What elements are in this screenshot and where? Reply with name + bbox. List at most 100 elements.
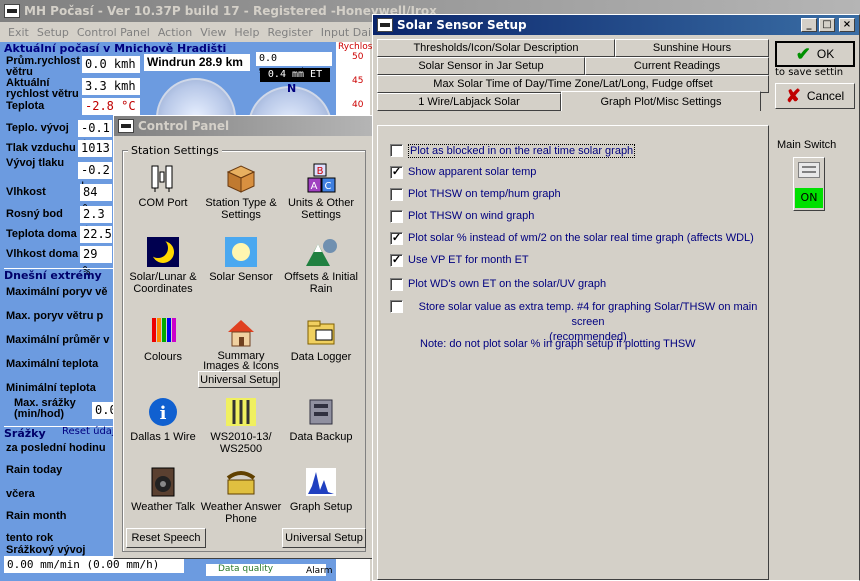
cp-colours[interactable]: Colours [122, 316, 204, 363]
rain-today: Rain today [6, 464, 63, 476]
rain-yesterday: včera [6, 488, 35, 500]
universal-setup-button-1[interactable]: Universal Setup [198, 371, 280, 388]
option-store-extra-temp-checkbox[interactable] [390, 300, 403, 313]
tab-thresholds[interactable]: Thresholds/Icon/Solar Description [377, 39, 615, 57]
cp-answer-phone[interactable]: Weather Answer Phone [200, 466, 282, 525]
option-store-extra-temp-label: Store solar value as extra temp. #4 for … [418, 301, 758, 328]
extreme-max-temp: Maximální teplota [6, 358, 99, 370]
option-apparent-solar-temp-checkbox[interactable]: ✓ [390, 166, 403, 179]
ok-button[interactable]: ✔ OK [775, 41, 855, 67]
cp-solar-sensor[interactable]: Solar Sensor [200, 236, 282, 283]
thsw-note: Note: do not plot solar % in graph setup… [420, 338, 696, 350]
pressure-trend-label: Vývoj tlaku [6, 157, 65, 169]
et-value: 0.4 mm ET [260, 68, 330, 82]
cp-station-type-label: Station Type & Settings [205, 197, 277, 221]
tools-icon [226, 398, 256, 426]
menu-action[interactable]: Action [154, 26, 196, 39]
menu-setup[interactable]: Setup [33, 26, 73, 39]
phone-icon [226, 471, 256, 495]
option-vp-et[interactable]: ✓ Use VP ET for month ET [390, 254, 529, 267]
pressure-value: 1013 [78, 140, 112, 157]
menu-exit[interactable]: Exit [4, 26, 33, 39]
cp-answer-phone-label: Weather Answer Phone [200, 501, 282, 525]
info-icon: i [149, 398, 177, 426]
option-vp-et-checkbox[interactable]: ✓ [390, 254, 403, 267]
option-solar-percent-checkbox[interactable]: ✓ [390, 232, 403, 245]
temp-label: Teplota [6, 100, 45, 112]
cp-solar-sensor-label: Solar Sensor [209, 271, 273, 283]
cp-weather-talk[interactable]: Weather Talk [122, 466, 204, 513]
alarm-label: Alarm [306, 566, 333, 576]
universal-setup-button-2[interactable]: Universal Setup [282, 528, 366, 548]
cp-com-port[interactable]: COM Port [122, 162, 204, 209]
close-button[interactable]: × [839, 18, 855, 32]
option-wd-et[interactable]: Plot WD's own ET on the solar/UV graph [390, 278, 606, 291]
tab-solar-jar[interactable]: Solar Sensor in Jar Setup [377, 57, 585, 75]
tab-1wire-labjack[interactable]: 1 Wire/Labjack Solar [377, 93, 561, 111]
cp-dallas[interactable]: i Dallas 1 Wire [122, 396, 204, 443]
option-plot-blocked-checkbox[interactable] [390, 144, 403, 157]
checkmark-icon: ✔ [795, 43, 811, 64]
indoor-humidity-label: Vlhkost doma [6, 248, 79, 260]
cp-summary-images-label: Summary Images & Icons [203, 350, 279, 372]
option-thsw-wind-checkbox[interactable] [390, 210, 403, 223]
abc-blocks-icon: B A C [307, 163, 336, 193]
cp-offsets[interactable]: Offsets & Initial Rain [280, 236, 362, 295]
cp-units[interactable]: B A C Units & Other Settings [280, 162, 362, 221]
cp-ws2010[interactable]: WS2010-13/ WS2500 [200, 396, 282, 455]
avg-wind-value: 0.0 kmh [82, 56, 140, 73]
cp-station-type[interactable]: Station Type & Settings [200, 162, 282, 221]
option-thsw-wind[interactable]: Plot THSW on wind graph [390, 210, 534, 223]
reset-speech-button[interactable]: Reset Speech [126, 528, 206, 548]
station-settings-label: Station Settings [128, 144, 222, 157]
rain-last-hour: za poslední hodinu [6, 442, 106, 454]
cp-data-logger-label: Data Logger [290, 351, 352, 363]
control-panel-title: Control Panel [138, 119, 230, 133]
option-plot-blocked[interactable]: Plot as blocked in on the real time sola… [390, 144, 636, 158]
cp-summary-images[interactable]: Summary Images & Icons [200, 316, 282, 372]
option-vp-et-label: Use VP ET for month ET [408, 254, 529, 266]
menu-register[interactable]: Register [263, 26, 316, 39]
cp-com-port-label: COM Port [138, 197, 188, 209]
cp-units-label: Units & Other Settings [287, 197, 355, 221]
option-apparent-solar-temp[interactable]: ✓ Show apparent solar temp [390, 166, 536, 179]
switch-top [798, 162, 820, 178]
tab-graph-plot-misc[interactable]: Graph Plot/Misc Settings [561, 91, 761, 111]
chart-tick-40: 40 [352, 100, 364, 110]
cp-data-logger[interactable]: Data Logger [280, 316, 362, 363]
max-rain-value: 0.0 [92, 402, 117, 419]
maximize-button[interactable]: □ [819, 18, 835, 32]
menu-view[interactable]: View [196, 26, 230, 39]
option-thsw-temp[interactable]: Plot THSW on temp/hum graph [390, 188, 561, 201]
tab-current-readings[interactable]: Current Readings [585, 57, 769, 75]
indoor-temp-label: Teplota doma [6, 228, 77, 240]
cp-ws2010-label: WS2010-13/ WS2500 [210, 431, 272, 455]
chart-tick-50: 50 [352, 52, 364, 62]
pressure-label: Tlak vzduchu [6, 142, 76, 154]
menu-help[interactable]: Help [230, 26, 263, 39]
cp-data-backup[interactable]: Data Backup [280, 396, 362, 443]
minimize-button[interactable]: _ [801, 18, 817, 32]
option-solar-percent-label: Plot solar % instead of wm/2 on the sola… [408, 232, 754, 244]
cp-weather-talk-label: Weather Talk [131, 501, 195, 513]
temp-trend-label: Teplo. vývoj [6, 122, 69, 134]
tab-sunshine-hours[interactable]: Sunshine Hours [615, 39, 769, 57]
cancel-button[interactable]: ✘ Cancel [775, 83, 855, 109]
cp-solar-lunar[interactable]: Solar/Lunar & Coordinates [122, 236, 204, 295]
extreme-max-gust: Maximální poryv vě [6, 286, 108, 298]
dewpoint-label: Rosný bod [6, 208, 63, 220]
rain-reset-link[interactable]: Reset údaj [62, 426, 115, 437]
cp-graph-setup[interactable]: Graph Setup [280, 466, 362, 513]
option-wd-et-checkbox[interactable] [390, 278, 403, 291]
svg-text:i: i [160, 403, 167, 424]
windrun-value: Windrun 28.9 km [144, 54, 250, 71]
menu-control-panel[interactable]: Control Panel [73, 26, 154, 39]
cp-data-backup-label: Data Backup [289, 431, 353, 443]
extremes-header: Dnešní extrémy [4, 268, 114, 282]
current-wind-label: Aktuální rychlost větru [6, 77, 79, 100]
solar-titlebar: Solar Sensor Setup _ □ × [373, 15, 859, 35]
main-switch[interactable]: ON [793, 157, 825, 211]
option-thsw-temp-checkbox[interactable] [390, 188, 403, 201]
folder-icon [307, 320, 335, 345]
option-solar-percent[interactable]: ✓ Plot solar % instead of wm/2 on the so… [390, 232, 754, 245]
